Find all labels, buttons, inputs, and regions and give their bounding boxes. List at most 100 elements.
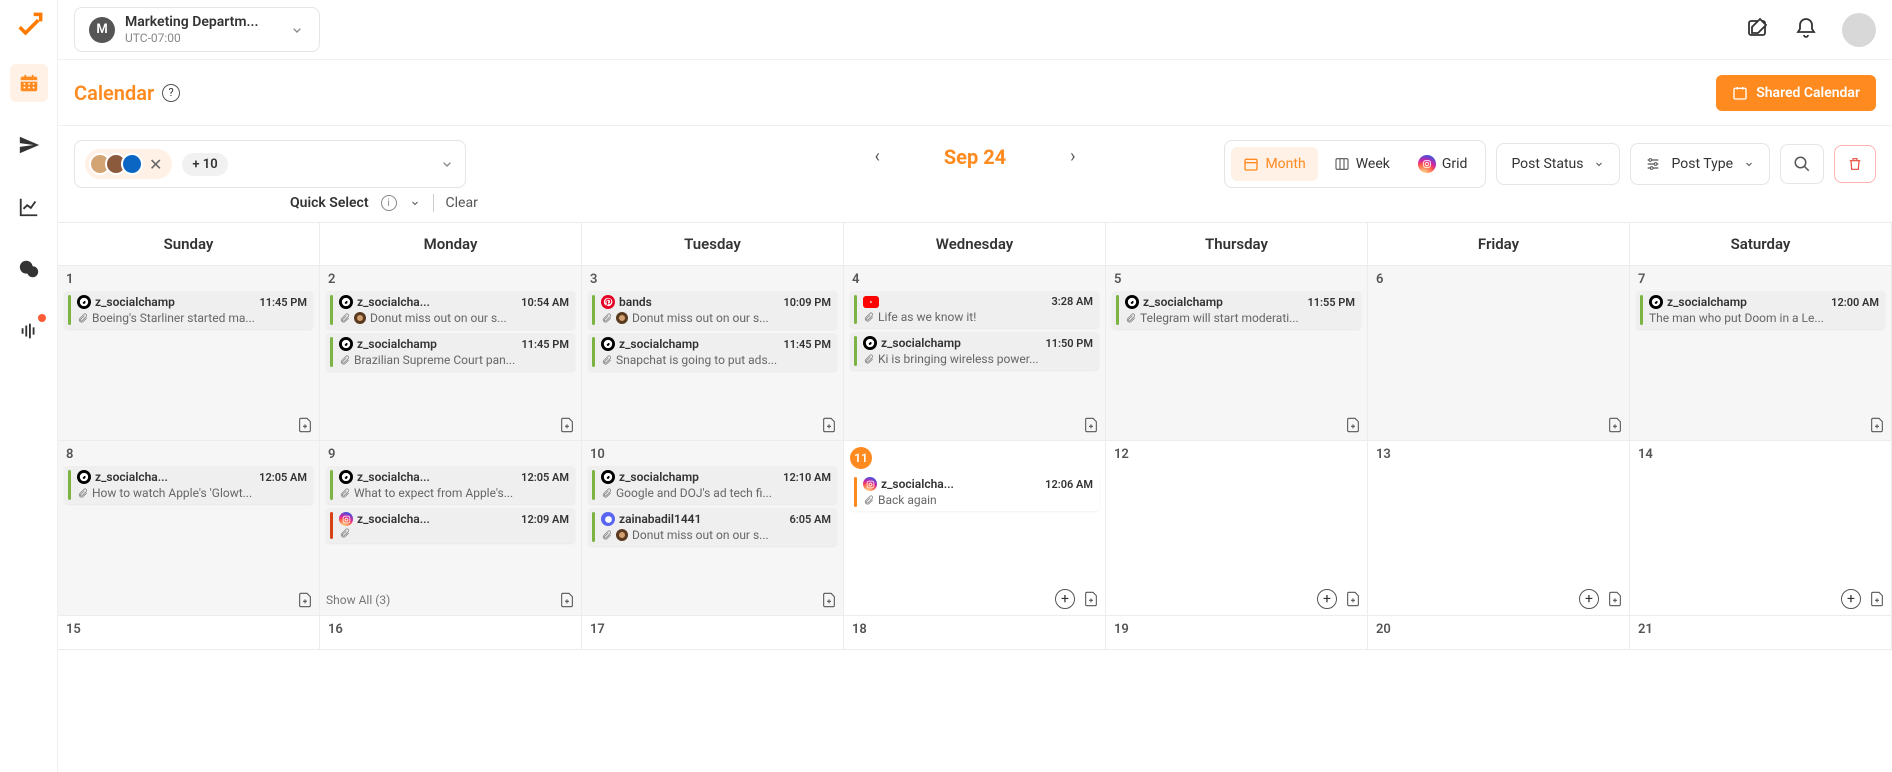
nav-audio[interactable] [10,312,48,350]
accounts-selector[interactable]: ✕ + 10 [74,140,466,188]
calendar-event[interactable]: z_socialchamp 12:00 AM The man who put D… [1636,291,1885,329]
calendar-event[interactable]: z_socialcha... 12:09 AM [326,508,575,543]
calendar-event[interactable]: z_socialchamp 11:45 PM Snapchat is going… [588,333,837,371]
compose-icon [1746,16,1770,40]
add-file-button[interactable] [1607,416,1623,434]
calendar-icon [18,72,40,94]
view-week[interactable]: Week [1322,147,1402,181]
calendar-cell[interactable]: 2 z_socialcha... 10:54 AM Donut miss out… [320,266,582,441]
calendar-cell[interactable]: 10 z_socialchamp 12:10 AM Google and DOJ… [582,441,844,616]
chevron-down-icon[interactable] [439,156,455,172]
nav-send[interactable] [10,126,48,164]
calendar-event[interactable]: z_socialchamp 11:55 PM Telegram will sta… [1112,291,1361,329]
delete-button[interactable] [1834,145,1876,183]
calendar-cell[interactable]: 9 z_socialcha... 12:05 AM What to expect… [320,441,582,616]
date-number: 18 [850,622,1099,637]
calendar-cell[interactable]: 6 [1368,266,1630,441]
add-file-button[interactable] [821,591,837,609]
help-button[interactable]: ? [162,84,180,102]
calendar-cell[interactable]: 8 z_socialcha... 12:05 AM How to watch A… [58,441,320,616]
post-status-filter[interactable]: Post Status [1496,143,1620,185]
add-event-button[interactable]: + [1841,589,1861,609]
add-file-button[interactable] [297,416,313,434]
calendar-event[interactable]: z_socialchamp 11:45 PM Boeing's Starline… [64,291,313,329]
calendar-event[interactable]: z_socialcha... 12:05 AM What to expect f… [326,466,575,504]
calendar-event[interactable]: z_socialchamp 11:45 PM Brazilian Supreme… [326,333,575,371]
nav-calendar[interactable] [10,64,48,102]
add-event-button[interactable]: + [1317,589,1337,609]
add-file-button[interactable] [1083,590,1099,608]
add-file-button[interactable] [1345,416,1361,434]
calendar-cell[interactable]: 21 [1630,616,1892,650]
quick-select-clear[interactable]: Clear [446,195,478,211]
calendar-event[interactable]: z_socialcha... 10:54 AM Donut miss out o… [326,291,575,329]
calendar-cell[interactable]: 13+ [1368,441,1630,616]
pinterest-icon [601,295,615,309]
post-type-filter[interactable]: Post Type [1630,143,1770,185]
nav-messages[interactable] [10,250,48,288]
calendar-event[interactable]: z_socialcha... 12:05 AM How to watch App… [64,466,313,504]
calendar-cell[interactable]: 15 [58,616,320,650]
calendar-cell[interactable]: 4 3:28 AM Life as we know it! [844,266,1106,441]
calendar-cell[interactable]: 19 [1106,616,1368,650]
next-month-button[interactable]: › [1066,142,1079,171]
workspace-selector[interactable]: M Marketing Departm... UTC-07:00 [74,7,320,52]
add-file-button[interactable] [559,416,575,434]
show-all-link[interactable]: Show All (3) [326,593,390,607]
calendar-cell[interactable]: 12+ [1106,441,1368,616]
compose-button[interactable] [1746,16,1770,44]
add-event-button[interactable]: + [1579,589,1599,609]
add-file-button[interactable] [1345,590,1361,608]
calendar-cell[interactable]: 20 [1368,616,1630,650]
quick-select-info[interactable]: i [381,195,397,211]
view-month[interactable]: Month [1231,147,1317,181]
add-file-button[interactable] [1607,590,1623,608]
month-label: Sep 24 [944,145,1006,169]
add-file-button[interactable] [1869,416,1885,434]
shared-calendar-button[interactable]: Shared Calendar [1716,75,1876,111]
calendar-cell[interactable]: 7 z_socialchamp 12:00 AM The man who put… [1630,266,1892,441]
calendar-event[interactable]: 3:28 AM Life as we know it! [850,291,1099,328]
instagram-icon [1418,155,1436,173]
clear-accounts-button[interactable]: ✕ [149,155,162,174]
add-event-button[interactable]: + [1055,589,1075,609]
event-desc: Donut miss out on our s... [370,311,507,325]
date-number: 20 [1374,622,1623,637]
calendar-cell[interactable]: 17 [582,616,844,650]
add-file-button[interactable] [821,416,837,434]
calendar-event[interactable]: z_socialchamp 11:50 PM Ki is bringing wi… [850,332,1099,370]
calendar-cell[interactable]: 14+ [1630,441,1892,616]
event-user: z_socialcha... [95,470,255,484]
calendar-cell[interactable]: 3 bands 10:09 PM Donut miss out on our s… [582,266,844,441]
day-header: Friday [1368,223,1630,265]
more-accounts-chip[interactable]: + 10 [182,153,227,176]
event-desc: Ki is bringing wireless power... [878,352,1039,366]
calendar-event[interactable]: bands 10:09 PM Donut miss out on our s..… [588,291,837,329]
notifications-button[interactable] [1794,16,1818,44]
add-file-button[interactable] [559,591,575,609]
add-file-button[interactable] [1083,416,1099,434]
user-avatar[interactable] [1842,13,1876,47]
event-desc: Life as we know it! [878,310,976,324]
add-file-button[interactable] [1869,590,1885,608]
event-time: 6:05 AM [789,513,831,526]
prev-month-button[interactable]: ‹ [870,142,883,171]
calendar-body: 1 z_socialchamp 11:45 PM Boeing's Starli… [58,266,1892,772]
event-desc: The man who put Doom in a Le... [1649,311,1824,325]
calendar-cell[interactable]: 5 z_socialchamp 11:55 PM Telegram will s… [1106,266,1368,441]
calendar-cell[interactable]: 11 z_socialcha... 12:06 AM Back again + [844,441,1106,616]
search-button[interactable] [1780,144,1824,184]
calendar-cell[interactable]: 16 [320,616,582,650]
view-grid[interactable]: Grid [1406,147,1480,181]
calendar-cell[interactable]: 1 z_socialchamp 11:45 PM Boeing's Starli… [58,266,320,441]
event-desc: What to expect from Apple's... [354,486,513,500]
calendar-event[interactable]: zainabadil1441 6:05 AM Donut miss out on… [588,508,837,546]
calendar-event[interactable]: z_socialchamp 12:10 AM Google and DOJ's … [588,466,837,504]
date-number: 2 [326,272,575,287]
nav-analytics[interactable] [10,188,48,226]
add-file-button[interactable] [297,591,313,609]
calendar-cell[interactable]: 18 [844,616,1106,650]
chevron-down-icon[interactable] [409,197,421,209]
calendar-event[interactable]: z_socialcha... 12:06 AM Back again [850,473,1099,511]
date-number: 11 [850,447,872,469]
